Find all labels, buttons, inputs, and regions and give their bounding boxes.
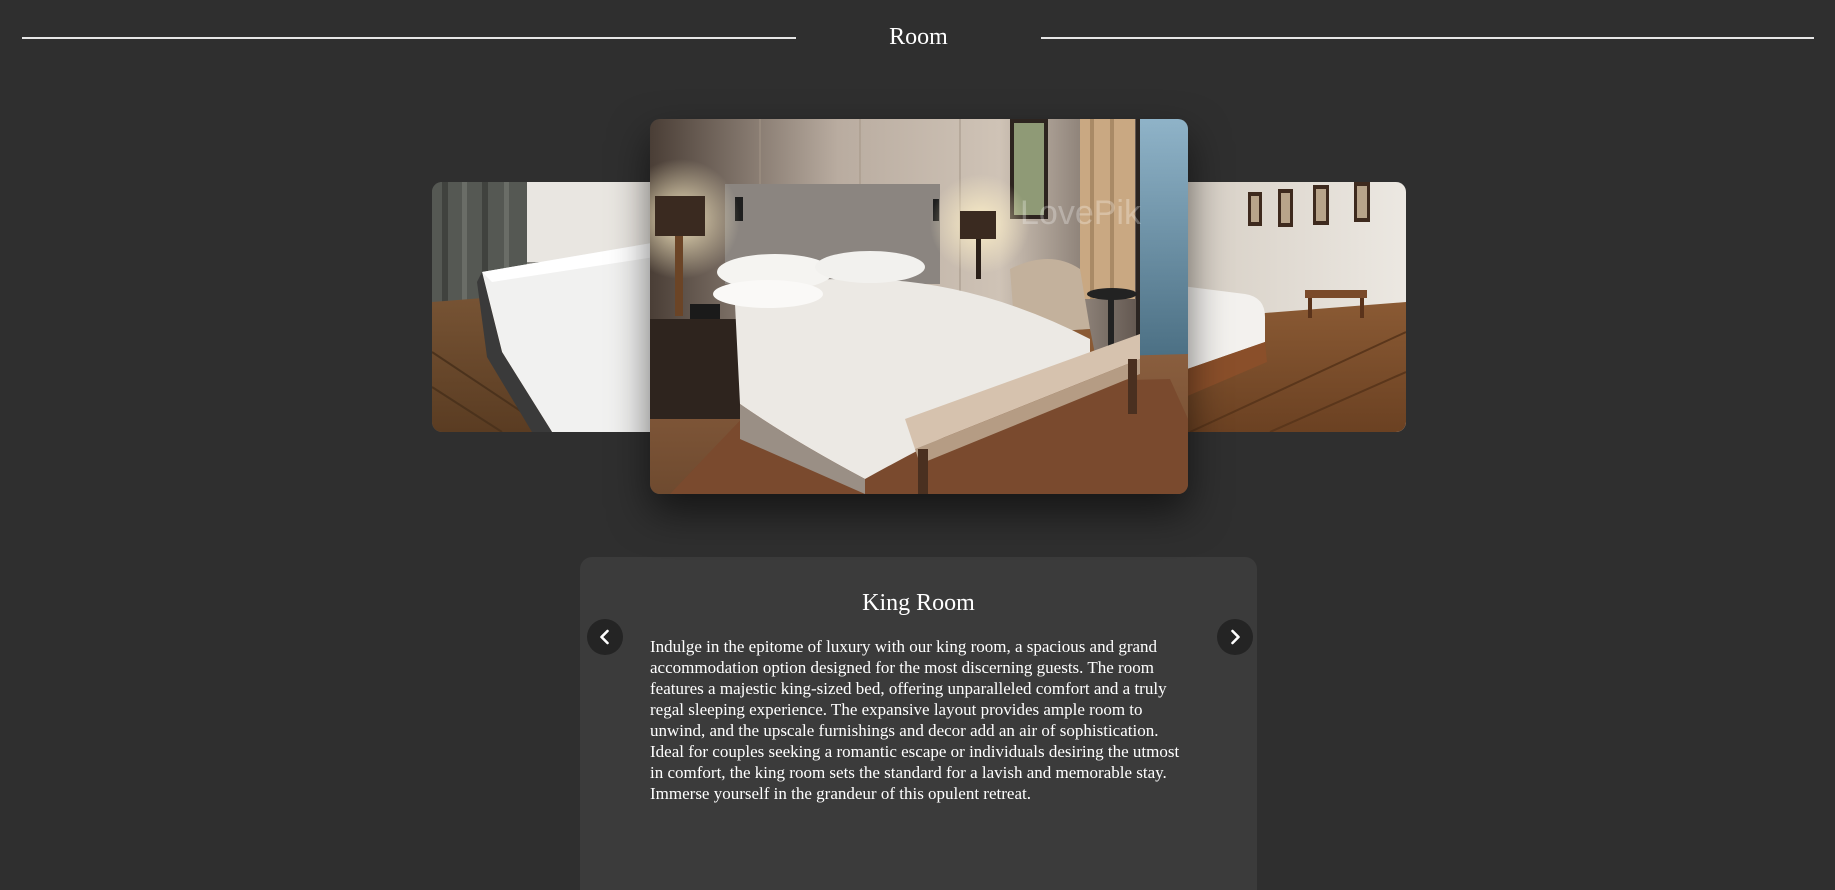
carousel-slide-next[interactable] [1150, 182, 1406, 432]
carousel-slide-current[interactable]: LovePik [650, 119, 1188, 494]
room-photo-next [1150, 182, 1406, 432]
room-name: King Room [862, 590, 975, 616]
room-info-card: King Room Indulge in the epitome of luxu… [580, 557, 1257, 890]
room-section: Room LovePik King Room Indulge in the ep… [0, 0, 1835, 890]
watermark-text: LovePik [1020, 194, 1142, 232]
next-button[interactable] [1217, 619, 1253, 655]
header-divider-left [22, 37, 796, 39]
room-photo-current: LovePik [650, 119, 1188, 494]
room-photo-previous [432, 182, 687, 432]
room-description: Indulge in the epitome of luxury with ou… [650, 637, 1180, 803]
chevron-left-icon [600, 629, 609, 645]
section-title: Room [889, 24, 948, 50]
previous-button[interactable] [587, 619, 623, 655]
carousel-slide-previous[interactable] [432, 182, 687, 432]
chevron-right-icon [1231, 629, 1240, 645]
header-divider-right [1041, 37, 1814, 39]
